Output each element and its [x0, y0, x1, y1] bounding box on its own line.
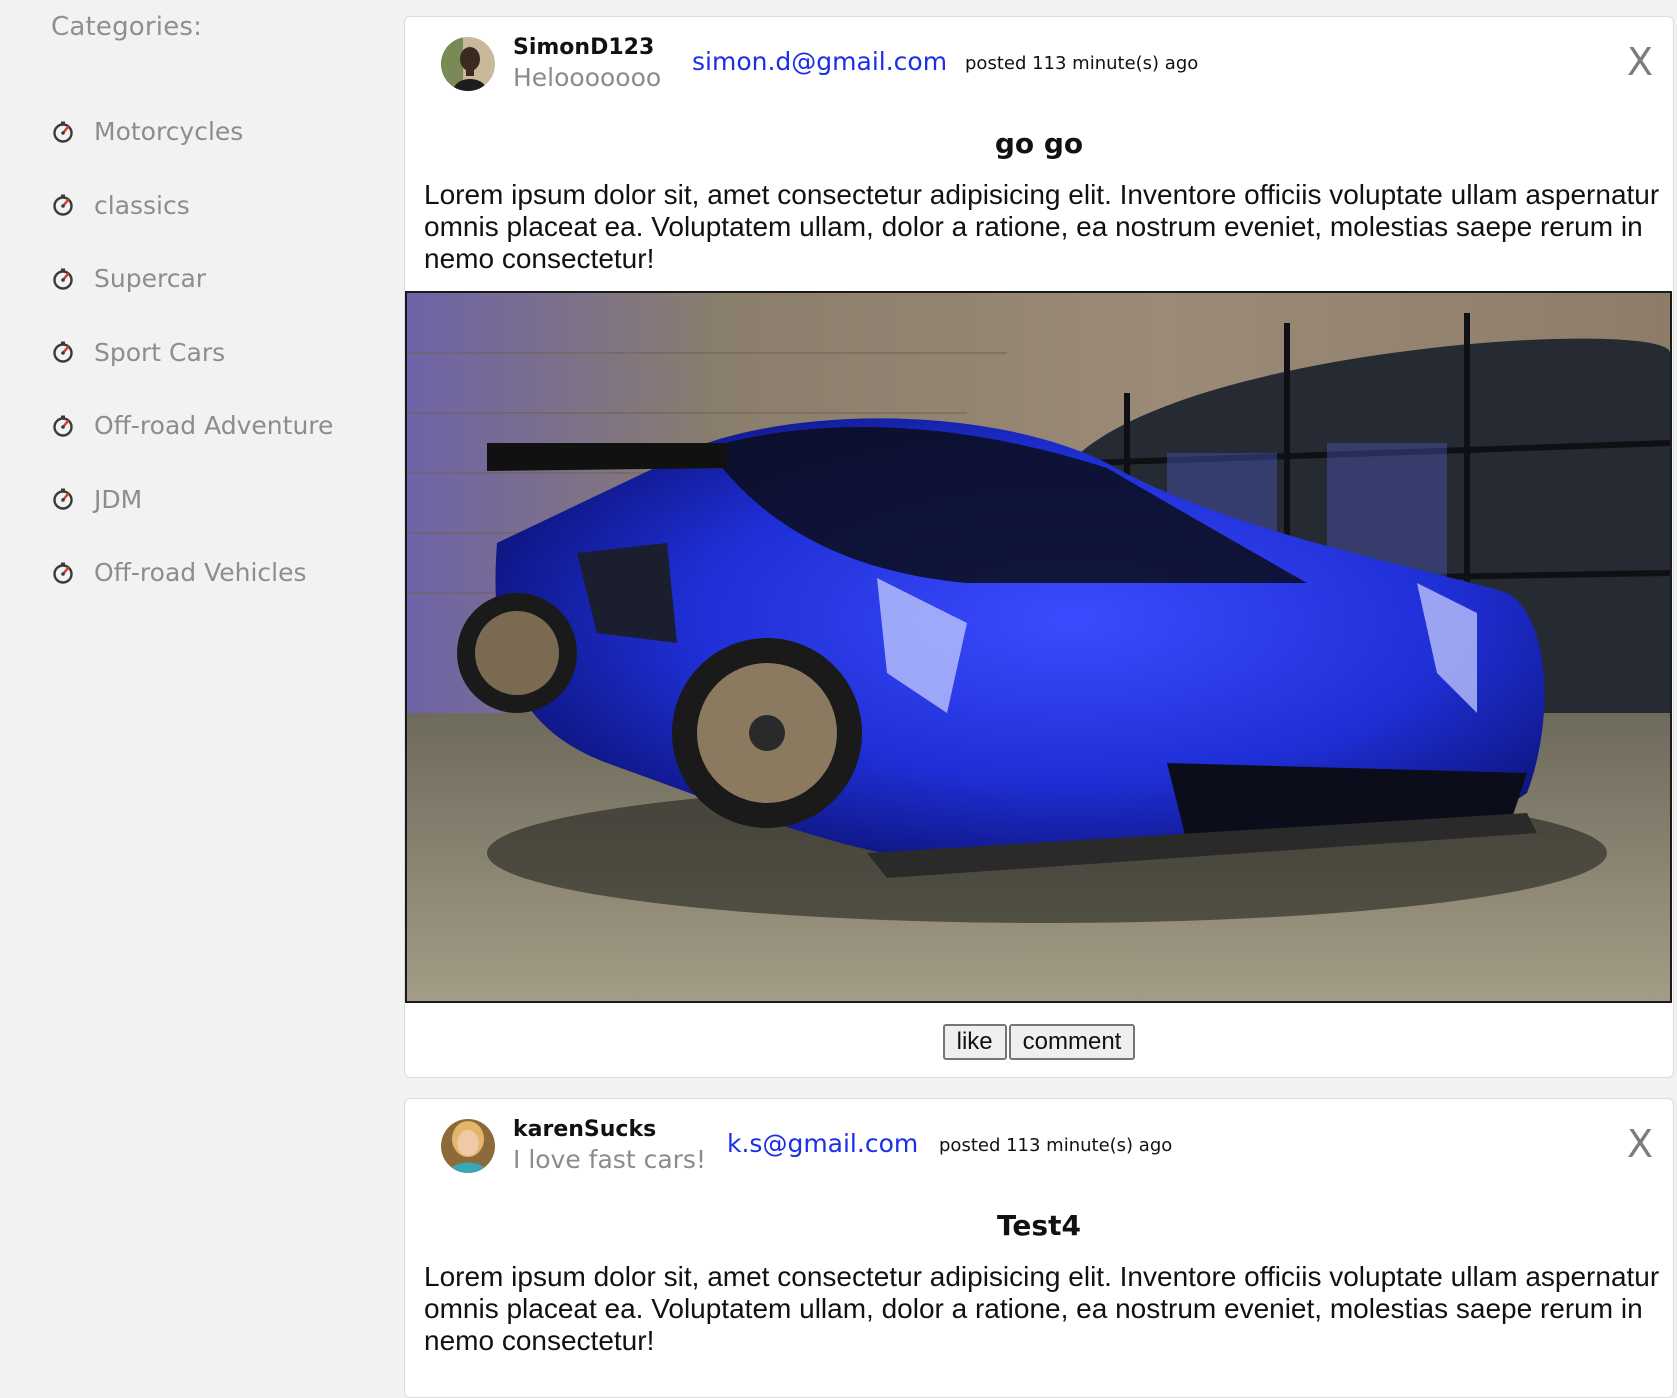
gauge-icon	[53, 488, 73, 510]
post-timestamp: posted 113 minute(s) ago	[939, 1135, 1173, 1156]
category-label: Motorcycles	[94, 117, 244, 147]
post-email-link[interactable]: k.s@gmail.com	[727, 1129, 918, 1158]
category-item-off-road-adventure[interactable]: Off-road Adventure	[51, 389, 333, 463]
post-user-bio: I love fast cars!	[513, 1145, 706, 1174]
close-post-button[interactable]: X	[1627, 1125, 1653, 1163]
post-body: Lorem ipsum dolor sit, amet consectetur …	[424, 1261, 1660, 1356]
gauge-icon	[53, 562, 73, 584]
categories-sidebar: Categories: Motorcycles classics Superca…	[0, 0, 390, 1361]
like-button[interactable]: like	[942, 1024, 1007, 1060]
post-email-link[interactable]: simon.d@gmail.com	[692, 47, 947, 76]
category-item-classics[interactable]: classics	[51, 169, 333, 243]
avatar[interactable]	[441, 1119, 495, 1173]
post-username[interactable]: SimonD123	[513, 35, 654, 60]
close-post-button[interactable]: X	[1627, 43, 1653, 81]
comment-button[interactable]: comment	[1008, 1024, 1136, 1060]
category-label: Off-road Adventure	[94, 411, 334, 441]
post-user-bio: Helooooooo	[513, 63, 662, 92]
category-label: Off-road Vehicles	[94, 558, 307, 588]
post-timestamp: posted 113 minute(s) ago	[965, 53, 1199, 74]
gauge-icon	[53, 194, 73, 216]
post-card: karenSucks I love fast cars! k.s@gmail.c…	[404, 1098, 1674, 1398]
categories-heading: Categories:	[51, 12, 203, 42]
avatar-image	[441, 1119, 495, 1173]
post-title: Test4	[997, 1209, 1081, 1242]
post-card: SimonD123 Helooooooo simon.d@gmail.com p…	[404, 16, 1674, 1078]
category-item-supercar[interactable]: Supercar	[51, 242, 333, 316]
category-item-sport-cars[interactable]: Sport Cars	[51, 316, 333, 390]
avatar-image	[441, 37, 495, 91]
category-label: Supercar	[94, 264, 207, 294]
category-item-off-road-vehicles[interactable]: Off-road Vehicles	[51, 536, 333, 610]
category-list: Motorcycles classics Supercar Sport Cars…	[51, 95, 333, 610]
supercar-photo	[407, 293, 1670, 1001]
gauge-icon	[53, 268, 73, 290]
post-title: go go	[994, 127, 1084, 160]
category-label: Sport Cars	[94, 337, 226, 367]
post-body: Lorem ipsum dolor sit, amet consectetur …	[424, 179, 1660, 274]
gauge-icon	[53, 341, 73, 363]
post-actions: like comment	[405, 1024, 1673, 1060]
post-username[interactable]: karenSucks	[513, 1117, 656, 1142]
category-item-motorcycles[interactable]: Motorcycles	[51, 95, 333, 169]
gauge-icon	[53, 121, 73, 143]
category-item-jdm[interactable]: JDM	[51, 463, 333, 537]
avatar[interactable]	[441, 37, 495, 91]
gauge-icon	[53, 415, 73, 437]
post-image	[405, 291, 1672, 1003]
category-label: classics	[94, 190, 190, 220]
category-label: JDM	[94, 484, 143, 514]
